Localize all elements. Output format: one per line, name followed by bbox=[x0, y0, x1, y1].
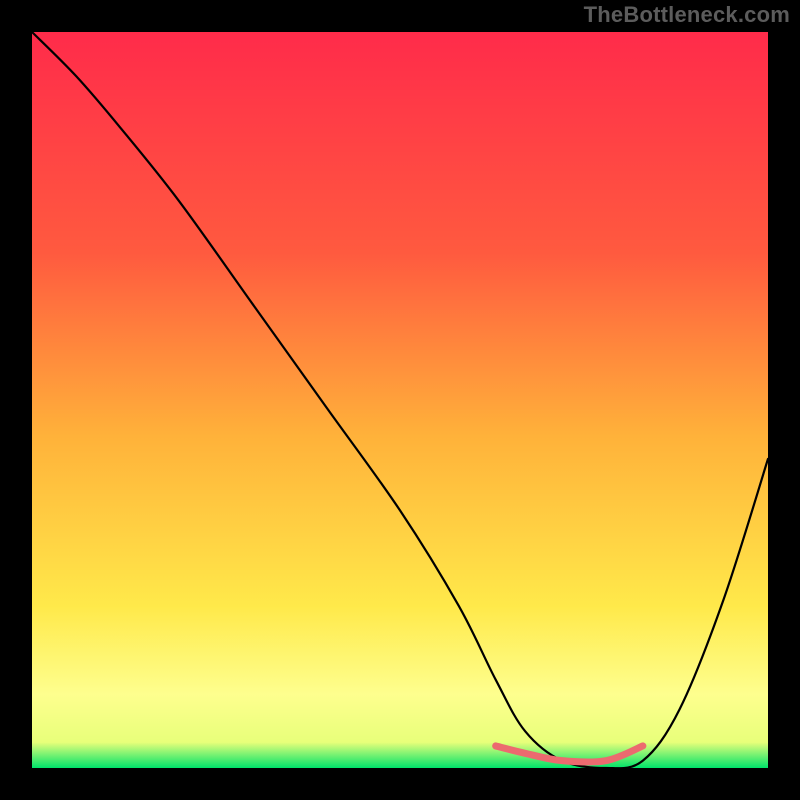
plot-background bbox=[32, 32, 768, 768]
site-watermark: TheBottleneck.com bbox=[584, 2, 790, 28]
bottleneck-chart bbox=[0, 0, 800, 800]
chart-stage: TheBottleneck.com bbox=[0, 0, 800, 800]
